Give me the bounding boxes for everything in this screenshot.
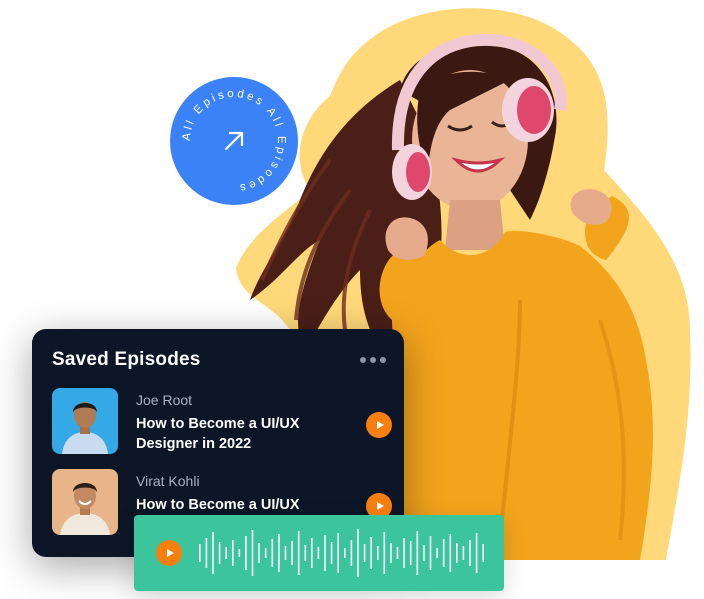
waveform-bar (383, 532, 386, 574)
waveform-bar (462, 546, 465, 560)
waveform-bar (442, 539, 445, 567)
waveform-bar (225, 547, 227, 559)
podcast-hero-stage: All Episodes All Episodes Saved Episodes (0, 0, 704, 599)
waveform-bar (370, 537, 372, 569)
more-horizontal-icon (360, 357, 366, 363)
waveform-bar (317, 547, 320, 559)
waveform-bar (212, 532, 214, 574)
arrow-up-right-icon (224, 131, 244, 151)
waveform-bar (258, 543, 260, 563)
waveform-bar (409, 541, 412, 565)
audio-waveform[interactable] (198, 527, 488, 579)
waveform-bar (436, 548, 438, 558)
waveform-bar (344, 548, 346, 558)
play-icon (376, 502, 384, 510)
waveform-bar (297, 531, 300, 575)
waveform-bar (278, 534, 280, 572)
waveform-bar (264, 548, 267, 558)
waveform-bar (416, 531, 419, 575)
all-episodes-badge[interactable]: All Episodes All Episodes (170, 77, 298, 205)
waveform-bar (199, 544, 201, 562)
waveform-bar (284, 546, 287, 560)
episode-author: Virat Kohli (136, 473, 200, 489)
episode-title: How to Become a UI/UX Designer in 2022 (136, 416, 300, 452)
waveform-bar (429, 536, 432, 570)
waveform-bar (311, 538, 313, 568)
more-options-button[interactable] (360, 353, 386, 367)
waveform-bar (238, 549, 241, 557)
waveform-bar (251, 530, 254, 576)
waveform-bar (403, 538, 405, 568)
waveform-bar (205, 538, 208, 568)
waveform-bar (449, 534, 452, 572)
waveform-bar (456, 543, 458, 563)
waveform-bar (390, 543, 392, 563)
episode-thumbnail (52, 469, 118, 535)
hero-sweater (392, 230, 653, 561)
waveform-bar (330, 542, 333, 564)
waveform-bar (475, 533, 478, 573)
episode-item[interactable]: Joe Root How to Become a UI/UX Designer … (52, 388, 392, 456)
play-icon (166, 549, 174, 557)
waveform-bar (245, 536, 247, 570)
waveform-bar (232, 540, 234, 566)
waveform-bar (304, 545, 307, 561)
waveform-bar (218, 542, 221, 564)
card-title: Saved Episodes (52, 349, 201, 370)
waveform-bar (377, 546, 379, 560)
waveform-bar (396, 547, 399, 559)
waveform-bar (482, 544, 484, 562)
player-play-button[interactable] (156, 540, 182, 566)
avatar-virat-kohli (52, 469, 118, 535)
audio-player (134, 515, 504, 591)
episode-thumbnail (52, 388, 118, 454)
waveform-bar (350, 540, 353, 566)
waveform-bar (423, 545, 425, 561)
waveform-bar (337, 533, 339, 573)
waveform-bar (469, 540, 471, 566)
waveform-bar (357, 529, 359, 577)
play-icon (376, 421, 384, 429)
episode-author: Joe Root (136, 392, 193, 408)
episode-play-button[interactable] (366, 412, 392, 438)
waveform-bar (291, 541, 293, 565)
waveform-bar (363, 544, 366, 562)
avatar-joe-root (52, 388, 118, 454)
waveform-bar (324, 535, 326, 571)
waveform-bar (271, 539, 274, 567)
